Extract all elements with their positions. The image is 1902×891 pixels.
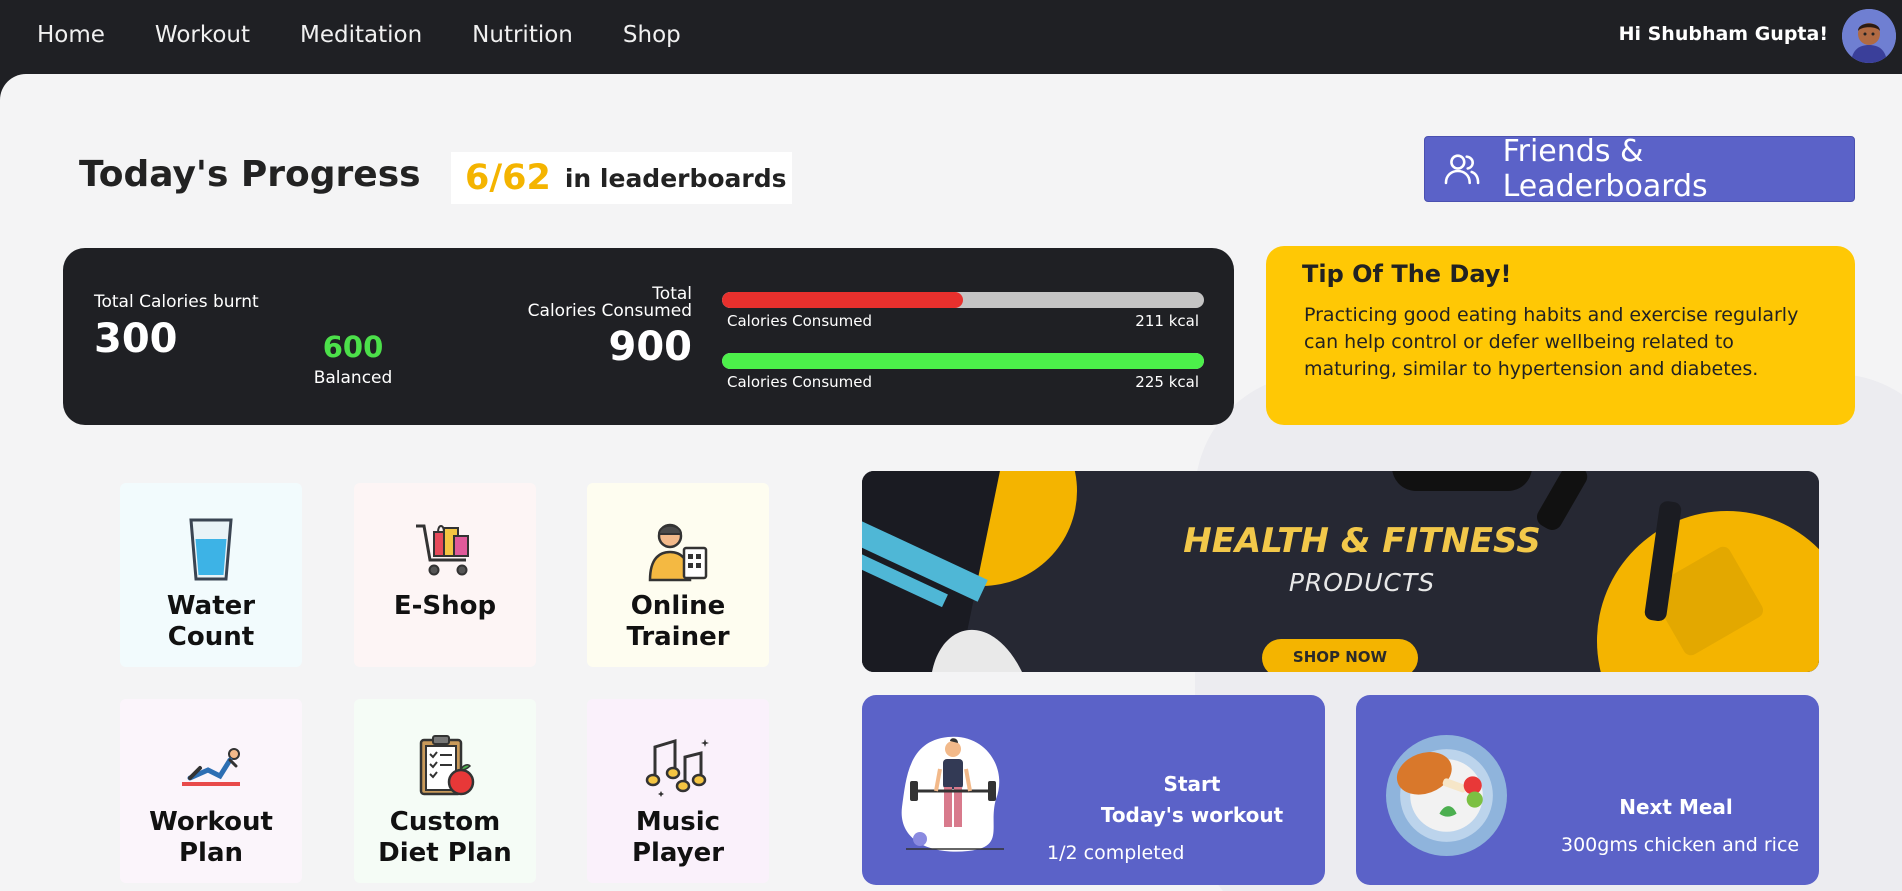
start-workout-card[interactable]: Start Today's workout 1/2 completed [862, 695, 1325, 885]
tile-custom-diet-plan[interactable]: Custom Diet Plan [354, 699, 536, 883]
workout-card-title: Start Today's workout [1072, 769, 1312, 831]
calories-bar-2-value: 225 kcal [1135, 373, 1199, 391]
fitness-products-banner[interactable]: HEALTH & FITNESS PRODUCTS SHOP NOW [862, 471, 1819, 672]
calories-burnt-label: Total Calories burnt [94, 292, 259, 312]
workout-card-title-line1: Start [1163, 772, 1221, 796]
calories-bar-1-value: 211 kcal [1135, 312, 1199, 330]
calories-burnt-value: 300 [94, 316, 178, 362]
tip-of-the-day-card: Tip Of The Day! Practicing good eating h… [1266, 246, 1855, 425]
shop-now-button[interactable]: SHOP NOW [1262, 639, 1418, 672]
shopping-cart-icon [416, 524, 469, 576]
tile-label: Workout Plan [149, 807, 273, 868]
nav-nutrition[interactable]: Nutrition [472, 22, 573, 48]
workout-icon [182, 748, 240, 786]
top-navbar: Home Workout Meditation Nutrition Shop H… [0, 0, 1902, 74]
calories-consumed-label: Total Calories Consumed [492, 286, 692, 320]
tile-music-player[interactable]: Music Player [587, 699, 769, 883]
main-content: Today's Progress 6/62 in leaderboards Fr… [0, 74, 1902, 891]
music-notes-icon [645, 738, 709, 797]
banner-title: HEALTH & FITNESS [1183, 521, 1541, 561]
friends-button-label: Friends & Leaderboards [1502, 134, 1708, 204]
calories-progress-bar-1 [722, 292, 1204, 308]
tip-text: Practicing good eating habits and exerci… [1304, 304, 1799, 380]
tile-label: Water Count [166, 591, 256, 652]
tile-label: Custom Diet Plan [378, 807, 512, 868]
tile-label: Online Trainer [626, 591, 730, 652]
rank-label: in leaderboards [564, 163, 787, 193]
calories-progress-fill-1 [722, 292, 963, 308]
user-greeting: Hi Shubham Gupta! [1618, 23, 1828, 45]
calories-balanced-label: Balanced [313, 368, 393, 388]
workout-card-title-line2: Today's workout [1100, 803, 1284, 827]
tile-label: Music Player [631, 807, 725, 868]
tile-online-trainer[interactable]: Online Trainer [587, 483, 769, 667]
calorie-summary-card: Total Calories burnt 300 600 Balanced To… [63, 248, 1234, 425]
calories-balanced-value: 600 [322, 330, 384, 364]
trainer-icon [648, 523, 708, 582]
user-avatar-icon [1842, 9, 1896, 63]
page-title: Today's Progress [79, 154, 421, 195]
calories-bar-1-label: Calories Consumed [727, 312, 872, 330]
banner-subtitle: PRODUCTS [1288, 568, 1436, 597]
leaderboard-rank: 6/62 in leaderboards [451, 152, 792, 204]
tile-water-count[interactable]: Water Count [120, 483, 302, 667]
calories-progress-fill-2 [722, 353, 1204, 369]
next-meal-card[interactable]: Next Meal 300gms chicken and rice [1356, 695, 1819, 885]
workout-card-status: 1/2 completed [1047, 842, 1185, 864]
meal-card-detail: 300gms chicken and rice [1561, 834, 1800, 856]
nav-workout[interactable]: Workout [155, 22, 250, 48]
avatar[interactable] [1842, 9, 1896, 63]
calories-bar-2-label: Calories Consumed [727, 373, 872, 391]
meal-card-title: Next Meal [1619, 795, 1733, 819]
nav-meditation[interactable]: Meditation [300, 22, 422, 48]
diet-plan-icon [419, 735, 475, 796]
rank-value: 6/62 [465, 158, 551, 198]
main-nav: Home Workout Meditation Nutrition Shop [37, 22, 681, 48]
calories-consumed-value: 900 [608, 324, 693, 370]
calories-consumed-label-line2: Calories Consumed [527, 301, 692, 321]
tile-e-shop[interactable]: E-Shop [354, 483, 536, 667]
tile-label: E-Shop [393, 591, 497, 621]
users-icon [1444, 154, 1480, 185]
nav-shop[interactable]: Shop [623, 22, 681, 48]
friends-leaderboards-button[interactable]: Friends & Leaderboards [1424, 134, 1855, 204]
workout-person-icon [901, 736, 1004, 852]
meal-plate-icon [1386, 735, 1507, 856]
nav-home[interactable]: Home [37, 22, 105, 48]
tile-workout-plan[interactable]: Workout Plan [120, 699, 302, 883]
tip-title: Tip Of The Day! [1302, 260, 1512, 288]
water-glass-icon [189, 518, 233, 581]
calories-progress-bar-2 [722, 353, 1204, 369]
